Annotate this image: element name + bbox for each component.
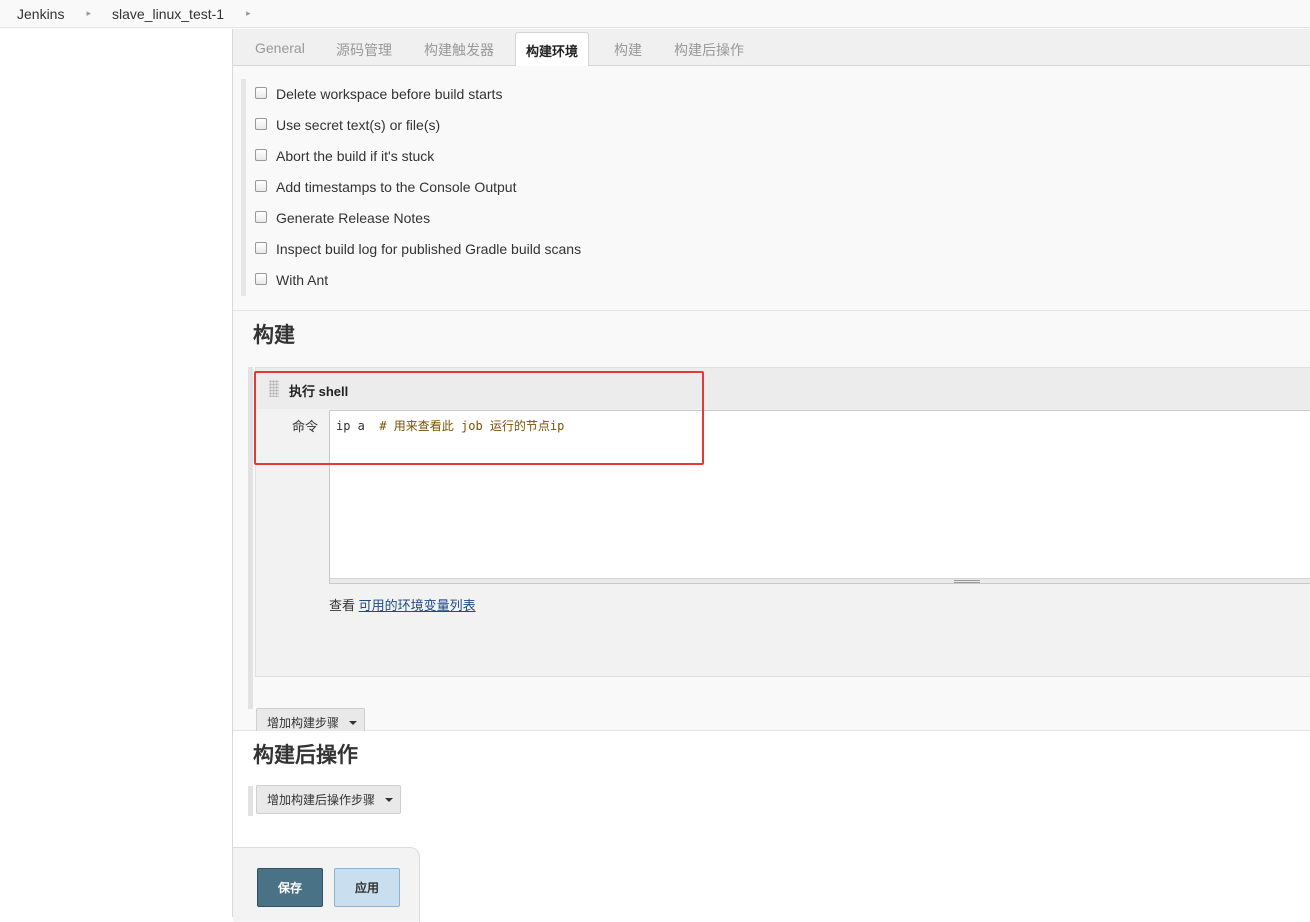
- add-post-build-step-button[interactable]: 增加构建后操作步骤: [256, 785, 401, 814]
- option-release-notes[interactable]: Generate Release Notes: [255, 208, 430, 228]
- option-timestamps[interactable]: Add timestamps to the Console Output: [255, 177, 516, 197]
- add-post-build-step-label: 增加构建后操作步骤: [267, 793, 376, 807]
- highlight-frame: [254, 371, 704, 465]
- option-label: With Ant: [276, 272, 329, 288]
- save-panel: 保存 应用: [233, 847, 420, 922]
- config-tabbar: General 源码管理 构建触发器 构建环境 构建 构建后操作: [233, 29, 1310, 67]
- apply-button[interactable]: 应用: [334, 868, 400, 907]
- build-section: 构建 执行 shell 命令 ip a # 用来查看此 job 运行的节点ip …: [233, 311, 1310, 737]
- env-vars-link[interactable]: 可用的环境变量列表: [359, 598, 476, 613]
- option-label: Delete workspace before build starts: [276, 86, 503, 102]
- checkbox[interactable]: [255, 86, 267, 99]
- option-with-ant[interactable]: With Ant: [255, 270, 328, 290]
- post-build-section: 构建后操作 增加构建后操作步骤: [233, 731, 1310, 861]
- section-indent-bar: [241, 79, 246, 296]
- option-delete-workspace[interactable]: Delete workspace before build starts: [255, 84, 502, 104]
- breadcrumb-item-jenkins[interactable]: Jenkins ▸: [0, 0, 91, 28]
- resize-grip-icon[interactable]: [954, 580, 980, 583]
- save-button[interactable]: 保存: [257, 868, 323, 907]
- tab-build[interactable]: 构建: [614, 40, 642, 60]
- option-label: Generate Release Notes: [276, 210, 431, 226]
- option-label: Add timestamps to the Console Output: [276, 179, 517, 195]
- checkbox[interactable]: [255, 272, 267, 285]
- caret-down-icon: [385, 797, 394, 802]
- breadcrumb-link-job[interactable]: slave_linux_test-1: [112, 6, 224, 22]
- help-prefix: 查看: [329, 598, 356, 613]
- build-section-title: 构建: [253, 324, 295, 347]
- checkbox[interactable]: [255, 241, 267, 254]
- side-panel: [0, 29, 233, 917]
- config-main: General 源码管理 构建触发器 构建环境 构建 构建后操作 Delete …: [233, 29, 1310, 922]
- breadcrumb: Jenkins ▸ slave_linux_test-1 ▸: [0, 0, 1310, 28]
- textarea-resize-strip[interactable]: [330, 578, 1310, 583]
- option-label: Inspect build log for published Gradle b…: [276, 241, 582, 257]
- checkbox[interactable]: [255, 210, 267, 223]
- checkbox[interactable]: [255, 148, 267, 161]
- option-label: Use secret text(s) or file(s): [276, 117, 441, 133]
- option-label: Abort the build if it's stuck: [276, 148, 435, 164]
- caret-down-icon: [349, 720, 358, 725]
- checkbox[interactable]: [255, 179, 267, 192]
- env-vars-help: 查看 可用的环境变量列表: [329, 595, 476, 614]
- checkbox[interactable]: [255, 117, 267, 130]
- option-secret-text[interactable]: Use secret text(s) or file(s): [255, 115, 440, 135]
- breadcrumb-item-job[interactable]: slave_linux_test-1 ▸: [91, 0, 251, 28]
- section-indent-bar: [248, 786, 253, 816]
- tab-triggers[interactable]: 构建触发器: [424, 40, 494, 60]
- tab-build-environment[interactable]: 构建环境: [515, 32, 590, 67]
- option-gradle-scans[interactable]: Inspect build log for published Gradle b…: [255, 239, 581, 259]
- chevron-right-icon[interactable]: ▸: [246, 8, 251, 19]
- post-build-section-title: 构建后操作: [253, 744, 358, 767]
- add-build-step-label: 增加构建步骤: [267, 716, 340, 730]
- tab-general[interactable]: General: [255, 40, 305, 56]
- tab-post-build[interactable]: 构建后操作: [674, 40, 744, 60]
- option-abort-stuck[interactable]: Abort the build if it's stuck: [255, 146, 434, 166]
- section-indent-bar: [248, 367, 253, 709]
- breadcrumb-link-jenkins[interactable]: Jenkins: [17, 6, 64, 22]
- tab-scm[interactable]: 源码管理: [336, 40, 392, 60]
- build-environment-section: Delete workspace before build starts Use…: [233, 66, 1310, 311]
